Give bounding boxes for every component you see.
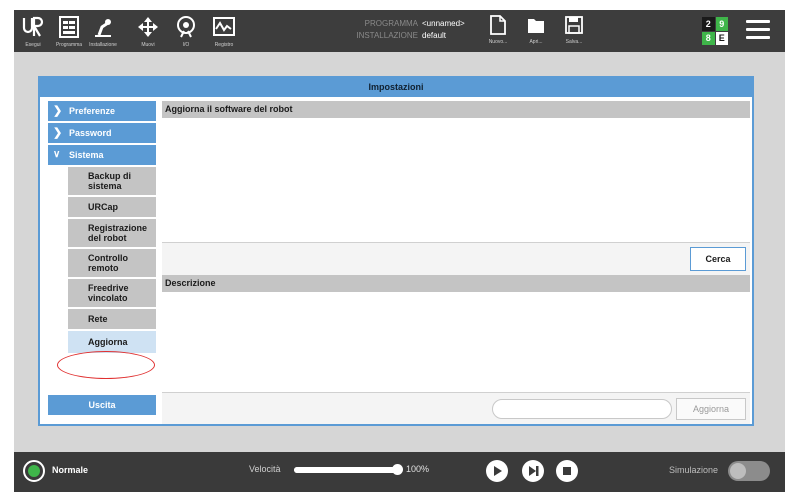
program-icon	[59, 16, 79, 38]
nav-update[interactable]: Aggiorna	[68, 331, 156, 353]
simulation-toggle[interactable]	[728, 461, 770, 481]
update-button[interactable]: Aggiorna	[676, 398, 746, 420]
nav-sub-label: Registrazione del robot	[88, 223, 148, 243]
tab-move-label: Muovi	[141, 42, 155, 48]
description-area	[162, 292, 750, 393]
speed-slider-track[interactable]	[294, 467, 398, 473]
nav-sub-label: Backup di sistema	[88, 171, 132, 191]
open-button-label: Apri...	[529, 39, 543, 45]
nav-sub-label: Rete	[88, 314, 108, 324]
search-button[interactable]: Cerca	[690, 247, 746, 271]
chevron-right-icon: ❯	[53, 127, 63, 139]
nav-password[interactable]: ❯ Password	[48, 123, 156, 143]
nav-constrained-freedrive[interactable]: Freedrive vincolato	[68, 279, 156, 307]
move-icon	[138, 17, 158, 37]
save-button-label: Salva...	[565, 39, 583, 45]
nav-sub-label: URCap	[88, 202, 119, 212]
open-button[interactable]: Apri...	[522, 13, 550, 49]
program-key: PROGRAMMA	[364, 19, 418, 28]
nav-system[interactable]: ∨ Sistema	[48, 145, 156, 165]
speed-slider-handle[interactable]	[392, 464, 403, 475]
simulation-label: Simulazione	[669, 465, 719, 475]
status-footer: Normale Velocità 100% Simulazione	[14, 452, 785, 492]
tab-move[interactable]: Muovi	[131, 10, 165, 52]
installation-key: INSTALLAZIONE	[356, 31, 418, 40]
nav-system-label: Sistema	[69, 150, 104, 160]
stop-icon	[563, 467, 571, 475]
highlight-annotation	[57, 351, 155, 379]
log-icon	[213, 17, 235, 36]
tab-installation-label: Installazione	[89, 42, 117, 48]
nav-sub-label: Aggiorna	[88, 337, 128, 347]
program-info: PROGRAMMA <unnamed> INSTALLAZIONE default	[348, 18, 465, 42]
nav-preferences[interactable]: ❯ Preferenze	[48, 101, 156, 121]
app-window: Esegui Programma Installazione Muovi I/O…	[14, 10, 785, 492]
nav-network[interactable]: Rete	[68, 309, 156, 329]
speed-value: 100%	[406, 464, 430, 474]
step-icon	[529, 466, 539, 476]
io-status-cell: E	[715, 31, 728, 45]
nav-system-backup[interactable]: Backup di sistema	[68, 167, 156, 195]
stop-button[interactable]	[556, 460, 578, 482]
play-icon	[494, 466, 502, 476]
tab-program[interactable]: Programma	[52, 10, 86, 52]
ur-logo-icon	[22, 16, 44, 37]
tab-log-label: Registro	[214, 42, 234, 48]
nav-preferences-label: Preferenze	[69, 106, 116, 116]
installation-name: default	[422, 31, 447, 40]
nav-password-label: Password	[69, 128, 112, 138]
nav-sub-label: Controllo remoto	[88, 253, 128, 273]
settings-sidebar: ❯ Preferenze ❯ Password ∨ Sistema Backup…	[44, 101, 156, 424]
tab-log[interactable]: Registro	[207, 10, 241, 52]
exit-button[interactable]: Uscita	[48, 395, 156, 415]
search-row: Cerca	[162, 243, 750, 275]
dialog-title: Impostazioni	[40, 78, 752, 97]
save-icon	[565, 16, 583, 34]
tab-run[interactable]: Esegui	[16, 10, 50, 52]
program-name: <unnamed>	[422, 19, 465, 28]
description-section-header: Descrizione	[162, 275, 750, 292]
speed-label: Velocità	[249, 464, 281, 474]
new-button[interactable]: Nuovo...	[484, 13, 512, 49]
top-toolbar: Esegui Programma Installazione Muovi I/O…	[14, 10, 785, 52]
new-button-label: Nuovo...	[488, 39, 508, 45]
io-status-cell: 2	[702, 17, 715, 31]
io-status-cell: 8	[702, 31, 715, 45]
save-button[interactable]: Salva...	[560, 13, 588, 49]
settings-dialog: Impostazioni ❯ Preferenze ❯ Password ∨ S…	[38, 76, 754, 426]
tab-installation[interactable]: Installazione	[86, 10, 120, 52]
tab-program-label: Programma	[55, 42, 83, 48]
update-file-field[interactable]	[492, 399, 672, 419]
open-folder-icon	[528, 19, 544, 33]
io-icon	[177, 16, 195, 38]
update-section-header: Aggiorna il software del robot	[162, 101, 750, 118]
update-list-area	[162, 118, 750, 243]
io-status-cell: 9	[715, 17, 728, 31]
nav-remote-control[interactable]: Controllo remoto	[68, 249, 156, 277]
chevron-right-icon: ❯	[53, 105, 63, 117]
installation-icon	[95, 19, 111, 37]
new-file-icon	[490, 15, 506, 35]
tab-run-label: Esegui	[25, 42, 41, 48]
robot-status-icon[interactable]	[23, 460, 45, 482]
nav-sub-label: Freedrive vincolato	[88, 283, 129, 303]
nav-urcap[interactable]: URCap	[68, 197, 156, 217]
update-row: Aggiorna	[162, 393, 750, 424]
step-button[interactable]	[522, 460, 544, 482]
chevron-down-icon: ∨	[53, 149, 61, 160]
robot-status-text: Normale	[52, 465, 89, 475]
tab-io[interactable]: I/O	[169, 10, 203, 52]
speed-slider-fill	[294, 467, 398, 473]
io-status-indicator[interactable]: 2 9 8 E	[702, 17, 728, 45]
nav-robot-registration[interactable]: Registrazione del robot	[68, 219, 156, 247]
play-button[interactable]	[486, 460, 508, 482]
menu-icon[interactable]	[746, 20, 770, 42]
update-panel: Aggiorna il software del robot Cerca Des…	[162, 101, 750, 424]
tab-io-label: I/O	[182, 42, 190, 48]
